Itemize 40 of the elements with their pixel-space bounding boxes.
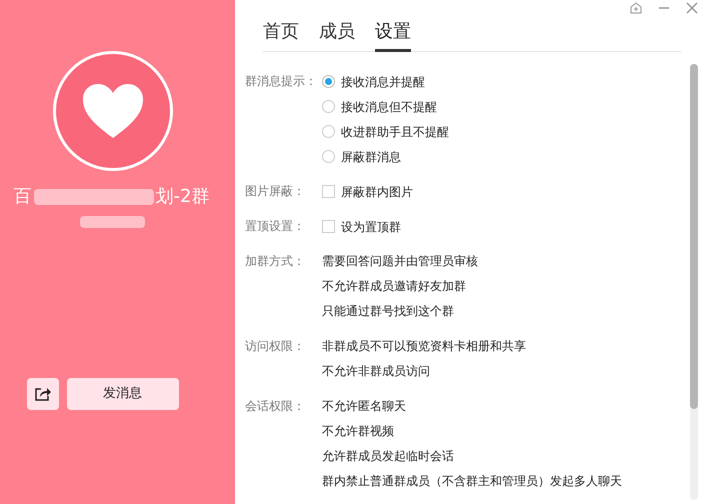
tab[interactable]: 成员 [319, 18, 355, 52]
tab[interactable]: 首页 [263, 18, 299, 52]
checkbox-option[interactable]: 设为置顶群 [322, 214, 401, 239]
blurred-text [80, 216, 145, 228]
setting-value: 不允许群视频 [322, 423, 395, 440]
setting-label: 访问权限： [245, 338, 306, 355]
setting-value: 不允许匿名聊天 [322, 398, 407, 415]
setting-value: 群内禁止普通群成员（不含群主和管理员）发起多人聊天 [322, 473, 622, 490]
setting-label: 会话权限： [245, 398, 306, 415]
radio-option[interactable]: 收进群助手且不提醒 [322, 119, 449, 144]
setting-label: 置顶设置： [245, 218, 306, 235]
close-icon[interactable] [686, 2, 698, 14]
setting-value: 需要回答问题并由管理员审核 [322, 253, 478, 270]
setting-value: 允许群成员发起临时会话 [322, 448, 455, 465]
heart-icon [80, 82, 144, 140]
send-message-button[interactable]: 发消息 [66, 378, 178, 410]
group-name-end: 划-2群 [156, 185, 210, 209]
share-icon [34, 387, 50, 401]
checkbox[interactable] [322, 185, 335, 198]
radio-button[interactable] [322, 100, 335, 113]
radio-button[interactable] [322, 150, 335, 163]
scrollbar-thumb[interactable] [690, 64, 698, 409]
share-button[interactable] [26, 378, 58, 410]
checkbox[interactable] [322, 220, 335, 233]
radio-option[interactable]: 接收消息但不提醒 [322, 94, 449, 119]
setting-label: 图片屏蔽： [245, 183, 306, 200]
radio-option[interactable]: 屏蔽群消息 [322, 144, 449, 169]
setting-value: 不允许群成员邀请好友加群 [322, 278, 467, 295]
radio-button[interactable] [322, 75, 335, 88]
checkbox-option[interactable]: 屏蔽群内图片 [322, 179, 413, 204]
tab[interactable]: 设置 [375, 18, 411, 52]
radio-option[interactable]: 接收消息并提醒 [322, 69, 449, 94]
pin-icon[interactable] [630, 2, 642, 14]
setting-label: 群消息提示： [245, 73, 318, 90]
radio-button[interactable] [322, 125, 335, 138]
group-name-start: 百 [14, 185, 32, 209]
setting-value: 不允许非群成员访问 [322, 363, 431, 380]
setting-label: 加群方式： [245, 253, 306, 270]
setting-value: 只能通过群号找到这个群 [322, 303, 455, 320]
setting-value: 非群成员不可以预览资料卡相册和共享 [322, 338, 526, 355]
